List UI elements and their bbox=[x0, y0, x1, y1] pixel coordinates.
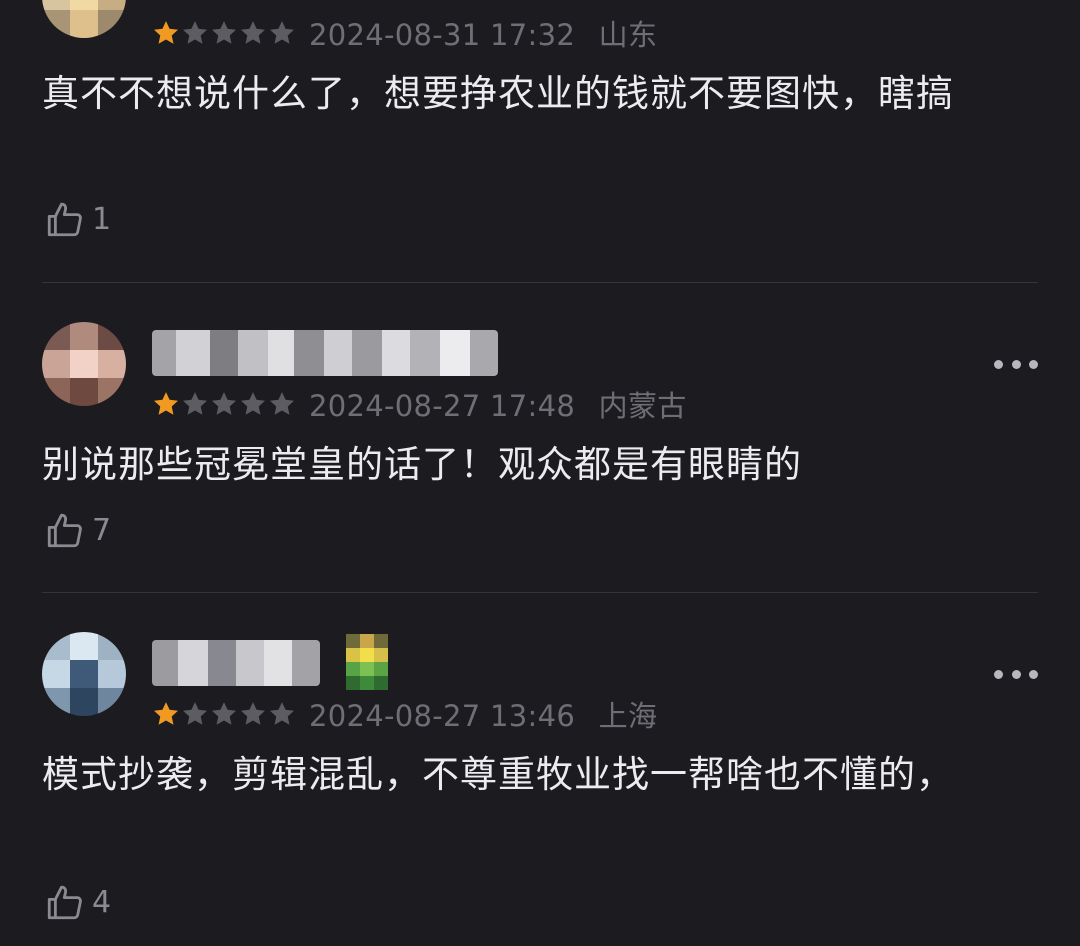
comment-location: 山东 bbox=[598, 18, 658, 52]
star-filled-icon bbox=[154, 21, 178, 44]
comment-text: 别说那些冠冕堂皇的话了！观众都是有眼睛的 bbox=[42, 443, 802, 486]
comment-meta: 2024-08-27 13:46 上海 bbox=[152, 694, 657, 734]
star-rating bbox=[152, 700, 297, 728]
comment-text: 模式抄袭，剪辑混乱，不尊重牧业找一帮啥也不懂的， bbox=[42, 753, 954, 796]
star-rating bbox=[152, 19, 297, 47]
more-options-button[interactable] bbox=[994, 664, 1038, 684]
star-empty-icon bbox=[241, 702, 265, 725]
level-badge bbox=[346, 634, 388, 690]
comment-meta-text: 2024-08-27 17:48 内蒙古 bbox=[309, 383, 687, 425]
star-filled-icon bbox=[154, 702, 178, 725]
star-filled-icon bbox=[154, 392, 178, 415]
like-button[interactable]: 1 bbox=[44, 197, 111, 241]
more-options-button[interactable] bbox=[994, 354, 1038, 374]
star-empty-icon bbox=[270, 392, 294, 415]
more-dots-icon bbox=[994, 359, 1003, 369]
avatar[interactable] bbox=[42, 0, 126, 38]
comment-date: 2024-08-27 17:48 bbox=[309, 389, 576, 423]
comment-date: 2024-08-31 17:32 bbox=[309, 18, 576, 52]
star-empty-icon bbox=[212, 392, 236, 415]
star-empty-icon bbox=[183, 702, 207, 725]
thumbs-up-icon bbox=[47, 513, 82, 548]
star-empty-icon bbox=[212, 702, 236, 725]
comment-meta: 2024-08-27 17:48 内蒙古 bbox=[152, 384, 687, 424]
comment-meta: 2024-08-31 17:32 山东 bbox=[152, 13, 657, 53]
star-empty-icon bbox=[183, 21, 207, 44]
star-empty-icon bbox=[183, 392, 207, 415]
comment-location: 内蒙古 bbox=[598, 389, 687, 423]
like-button[interactable]: 7 bbox=[44, 508, 111, 552]
divider bbox=[42, 282, 1038, 283]
star-empty-icon bbox=[212, 21, 236, 44]
comment-date: 2024-08-27 13:46 bbox=[309, 699, 576, 733]
star-empty-icon bbox=[270, 21, 294, 44]
avatar[interactable] bbox=[42, 632, 126, 716]
avatar[interactable] bbox=[42, 322, 126, 406]
like-count: 1 bbox=[92, 201, 112, 237]
username-blurred[interactable] bbox=[152, 330, 498, 376]
comment-location: 上海 bbox=[598, 699, 658, 733]
star-empty-icon bbox=[270, 702, 294, 725]
star-empty-icon bbox=[241, 392, 265, 415]
divider bbox=[42, 592, 1038, 593]
star-empty-icon bbox=[241, 21, 265, 44]
like-count: 4 bbox=[92, 884, 112, 920]
comment-meta-text: 2024-08-27 13:46 上海 bbox=[309, 693, 657, 735]
star-rating bbox=[152, 390, 297, 418]
username-blurred[interactable] bbox=[152, 640, 320, 686]
like-button[interactable]: 4 bbox=[44, 880, 111, 924]
thumbs-up-icon bbox=[47, 202, 82, 237]
more-dots-icon bbox=[994, 669, 1003, 679]
thumbs-up-icon bbox=[47, 885, 82, 920]
like-count: 7 bbox=[92, 512, 112, 548]
comment-text: 真不不想说什么了，想要挣农业的钱就不要图快，瞎搞 bbox=[42, 72, 954, 115]
comment-meta-text: 2024-08-31 17:32 山东 bbox=[309, 12, 657, 54]
